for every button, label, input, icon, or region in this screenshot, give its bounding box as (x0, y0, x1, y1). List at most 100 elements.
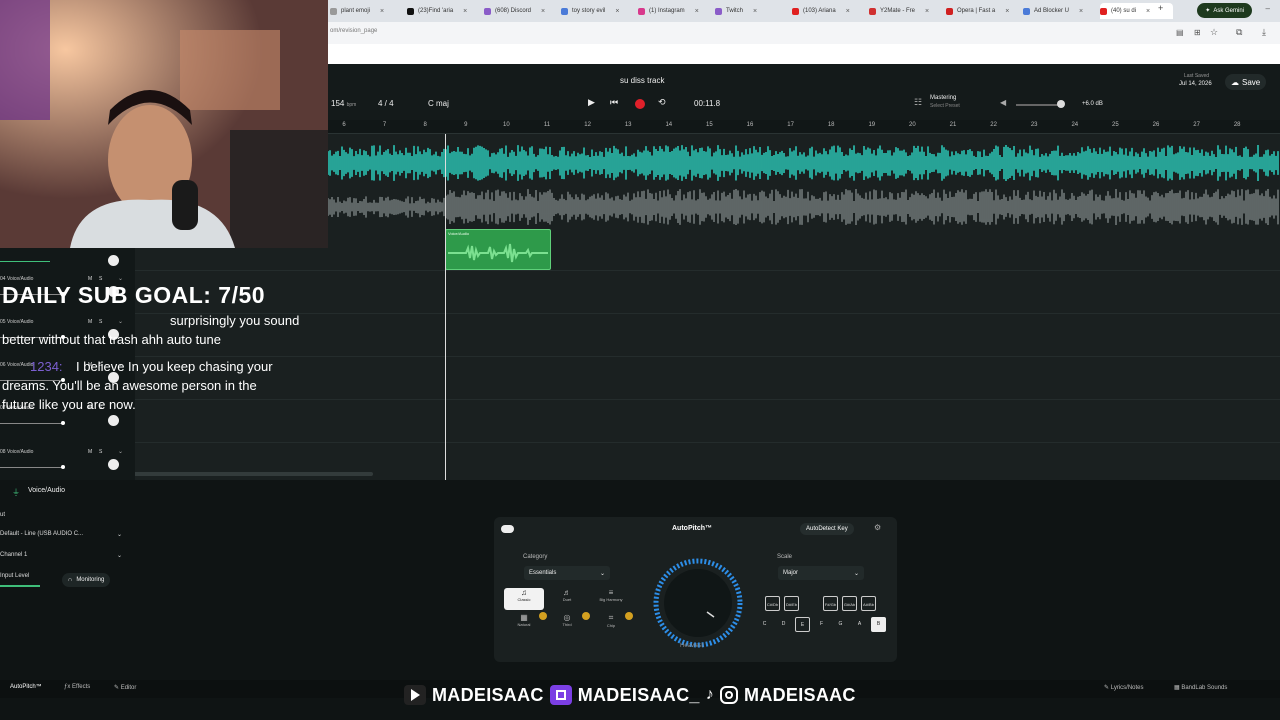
new-tab-icon[interactable]: + (1158, 3, 1163, 13)
browser-tab[interactable]: plant emoji × (330, 3, 403, 19)
playhead[interactable] (445, 134, 446, 480)
chevron-down-icon[interactable]: ⌄ (118, 275, 123, 282)
skip-back-icon[interactable]: ⏮ (610, 97, 618, 108)
scale-select[interactable]: Major ⌄ (778, 566, 864, 580)
save-button[interactable]: ☁ Save (1225, 74, 1267, 90)
ask-gemini-button[interactable]: ✦ Ask Gemini (1197, 3, 1252, 18)
browser-tab[interactable]: (1) Instagram × (638, 3, 711, 19)
close-icon[interactable]: × (695, 8, 699, 15)
mute-button[interactable]: M (88, 449, 92, 455)
autopitch-knob[interactable] (652, 557, 744, 649)
close-icon[interactable]: × (615, 8, 619, 15)
natural-key-button[interactable]: F (814, 617, 829, 632)
browser-tab[interactable]: (608) Discord × (484, 3, 557, 19)
input-device-select[interactable]: Default - Line (USB AUDIO C... ⌄ (0, 527, 122, 541)
fader-handle[interactable] (61, 421, 65, 425)
natural-key-button[interactable]: A (852, 617, 867, 632)
browser-tab[interactable]: (23)Find 'aria × (407, 3, 480, 19)
category-select[interactable]: Essentials ⌄ (524, 566, 610, 580)
speaker-icon[interactable]: ◀ (1000, 98, 1006, 107)
preset-button[interactable]: ◎ Third (547, 613, 587, 635)
track-lane[interactable] (135, 271, 1280, 314)
preset-button[interactable]: ♬ Duet (547, 588, 587, 610)
track-lane[interactable] (135, 400, 1280, 443)
horizontal-scrollbar[interactable] (130, 472, 373, 476)
close-icon[interactable]: × (925, 8, 929, 15)
pan-knob[interactable] (108, 415, 119, 426)
play-icon[interactable]: ▶ (588, 97, 595, 108)
puzzle-icon[interactable]: ⧉ (1236, 27, 1242, 38)
track-header[interactable]: 08 Voice/Audio M S ⌄ (0, 448, 130, 470)
tab-editor[interactable]: ✎ Editor (114, 684, 136, 691)
close-icon[interactable]: × (753, 8, 757, 15)
volume-handle[interactable] (1057, 100, 1065, 108)
solo-button[interactable]: S (99, 449, 102, 455)
preset-button[interactable]: ▦ Natural (504, 613, 544, 635)
track-lane[interactable] (135, 357, 1280, 400)
natural-key-button[interactable]: C (757, 617, 772, 632)
sharp-key-button[interactable]: C#/Db (765, 596, 780, 611)
chevron-down-icon[interactable]: ⌄ (118, 318, 123, 325)
close-icon[interactable]: × (1005, 8, 1009, 15)
loop-icon[interactable]: ⟲ (658, 97, 666, 108)
mute-button[interactable]: M (88, 319, 92, 325)
bandlab-sounds-button[interactable]: ▦ BandLab Sounds (1174, 684, 1227, 691)
extension-icon[interactable]: ▤ (1176, 28, 1184, 37)
sharp-key-button[interactable]: D#/Eb (784, 596, 799, 611)
pan-knob[interactable] (108, 255, 119, 266)
natural-key-button[interactable]: B (871, 617, 886, 632)
timeline-ruler[interactable]: 6 7 8 9 10 11 12 13 14 15 16 17 18 19 20 21 22 23 24 25 26 27… (328, 120, 1280, 134)
bpm-value[interactable]: 154 bpm (331, 99, 356, 108)
close-icon[interactable]: × (1146, 8, 1150, 15)
key-selector[interactable]: C maj (428, 99, 449, 108)
monitoring-button[interactable]: ∩ Monitoring (62, 573, 111, 587)
browser-tab[interactable]: toy story evil × (561, 3, 634, 19)
record-icon[interactable] (635, 99, 645, 109)
browser-tab[interactable]: (103) Ariana × (792, 3, 865, 19)
browser-tab[interactable]: Y2Mate - Fre × (869, 3, 942, 19)
minimize-icon[interactable]: – (1266, 4, 1270, 13)
tab-effects[interactable]: ƒx Effects (64, 684, 90, 690)
close-icon[interactable]: × (1079, 8, 1083, 15)
lyrics-notes-button[interactable]: ✎ Lyrics/Notes (1104, 684, 1144, 691)
download-icon[interactable]: ⤓ (1262, 27, 1266, 38)
close-icon[interactable]: × (846, 8, 850, 15)
audio-clip[interactable]: Voice/Audio (445, 229, 551, 270)
channel-select[interactable]: Channel 1 ⌄ (0, 548, 122, 562)
fader-handle[interactable] (61, 465, 65, 469)
master-volume-slider[interactable] (1016, 104, 1061, 106)
browser-tab[interactable]: Opera | Fast a × (946, 3, 1019, 19)
autodetect-key-button[interactable]: AutoDetect Key (800, 523, 854, 535)
bookmark-star-icon[interactable]: ☆ (1210, 27, 1218, 38)
sharp-key-button[interactable]: F#/Gb (823, 596, 838, 611)
teal-waveform[interactable] (328, 142, 1280, 184)
sharp-key-button[interactable]: A#/Bb (861, 596, 876, 611)
select-preset[interactable]: Select Preset (930, 103, 960, 109)
translate-icon[interactable]: ⊞ (1194, 28, 1201, 37)
chevron-down-icon[interactable]: ⌄ (118, 448, 123, 455)
natural-key-button[interactable]: D (776, 617, 791, 632)
mastering-label[interactable]: Mastering (930, 95, 956, 101)
natural-key-button[interactable]: E (795, 617, 810, 632)
browser-tab[interactable]: Twitch × (715, 3, 788, 19)
volume-fader[interactable] (0, 467, 62, 468)
sharp-key-button[interactable]: G#/Ab (842, 596, 857, 611)
time-signature[interactable]: 4 / 4 (378, 99, 394, 108)
grey-waveform[interactable] (328, 186, 1280, 228)
settings-icon[interactable]: ⚙ (874, 523, 881, 532)
track-fader[interactable] (0, 261, 50, 262)
close-icon[interactable]: × (380, 8, 384, 15)
browser-tab[interactable]: Ad Blocker U × (1023, 3, 1096, 19)
preset-button[interactable]: ♫ Classic (504, 588, 544, 610)
solo-button[interactable]: S (99, 319, 102, 325)
preset-button[interactable]: ≡ Big Harmony (591, 588, 631, 610)
volume-fader[interactable] (0, 423, 62, 424)
close-icon[interactable]: × (541, 8, 545, 15)
track-header[interactable]: 05 Voice/Audio M S ⌄ (0, 318, 130, 340)
track-lane[interactable] (135, 314, 1280, 357)
autopitch-toggle[interactable] (501, 525, 514, 533)
natural-key-button[interactable]: G (833, 617, 848, 632)
close-icon[interactable]: × (463, 8, 467, 15)
tab-autopitch[interactable]: AutoPitch™ (10, 684, 42, 690)
pan-knob[interactable] (108, 459, 119, 470)
